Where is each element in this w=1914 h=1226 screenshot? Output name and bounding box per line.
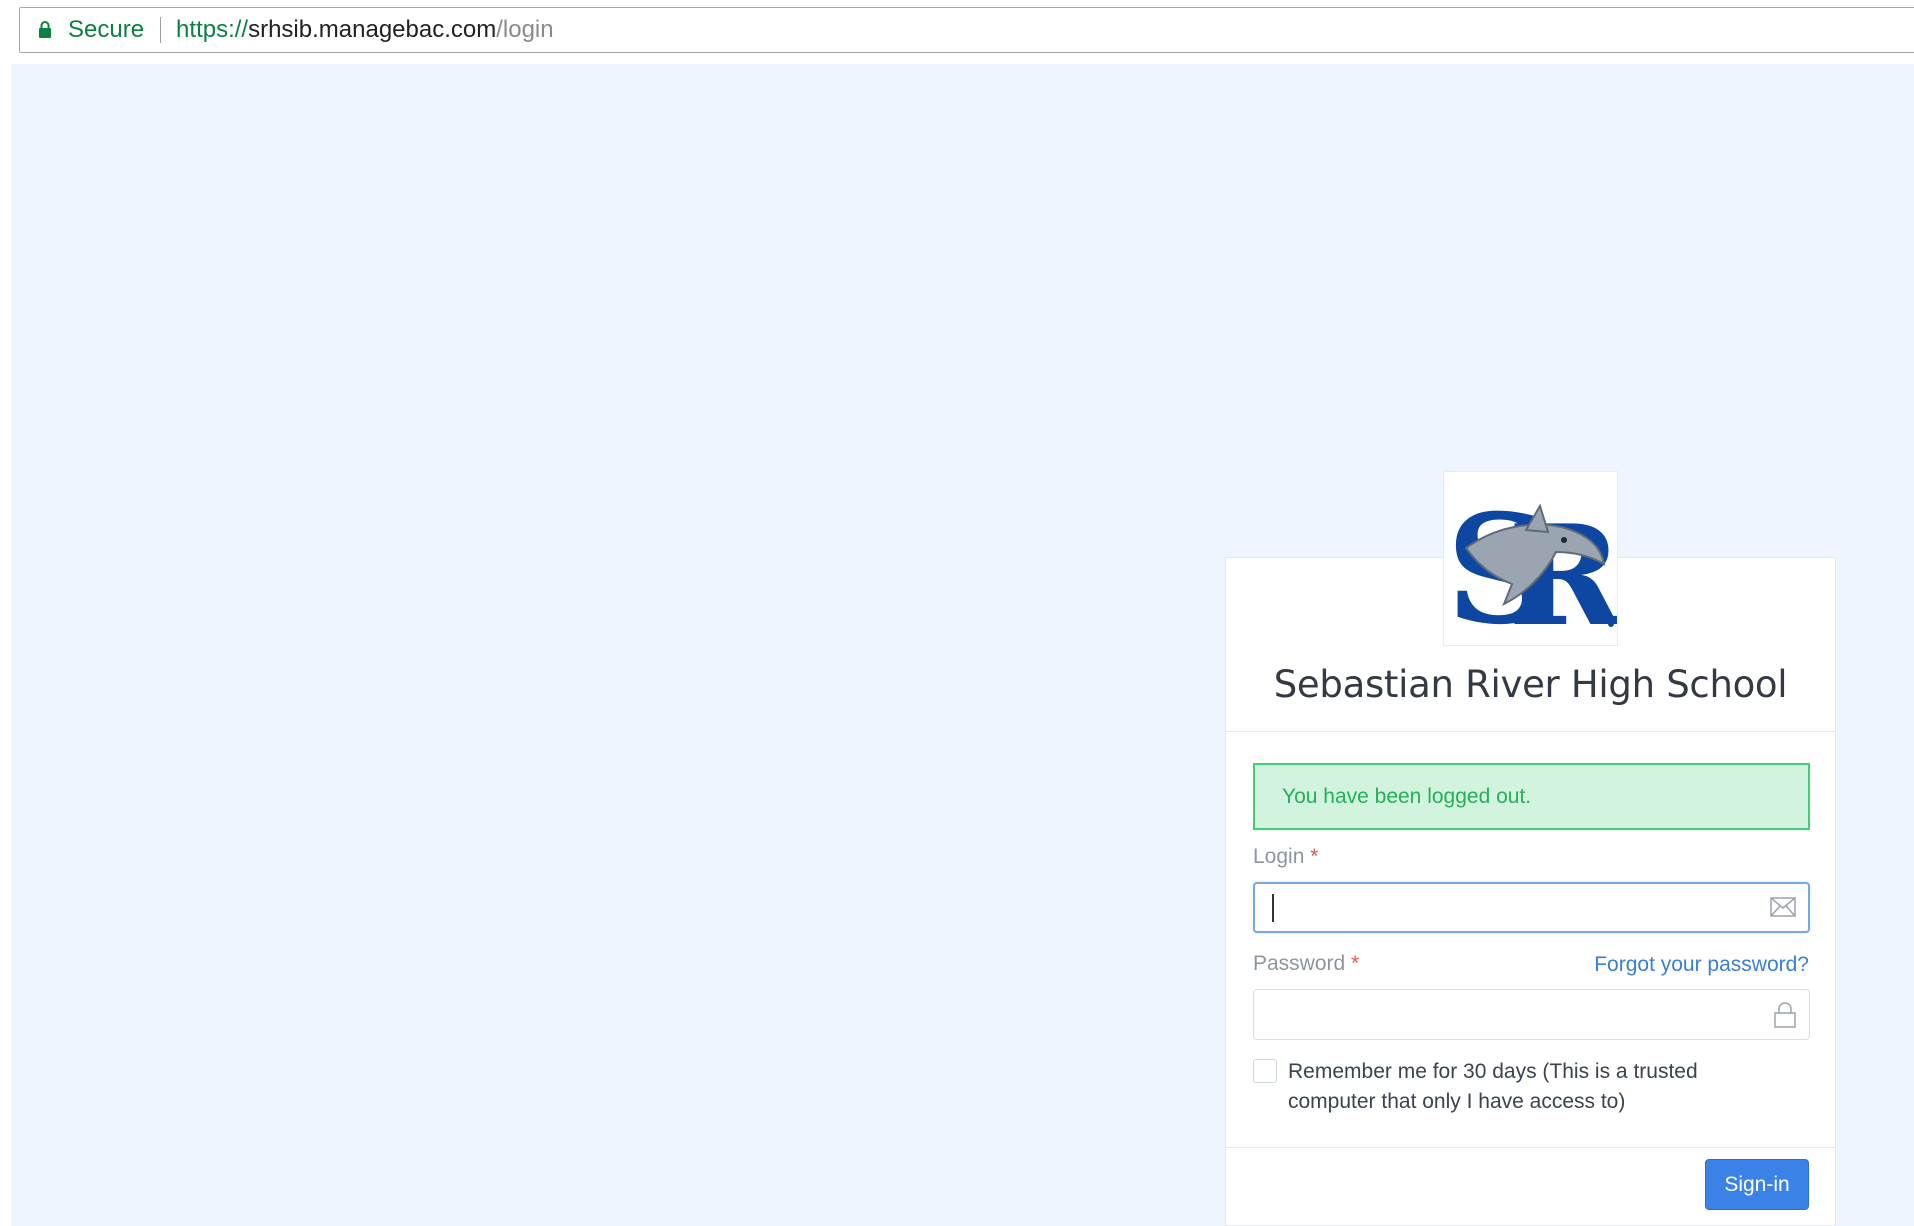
remember-me-checkbox[interactable]: [1253, 1059, 1277, 1083]
url-text[interactable]: https://srhsib.managebac.com/login: [176, 16, 554, 44]
address-separator: [160, 17, 162, 43]
card-header-divider: [1226, 731, 1835, 732]
text-caret: [1272, 894, 1274, 922]
forgot-password-link[interactable]: Forgot your password?: [1594, 953, 1809, 977]
login-card: Sebastian River High School You have bee…: [1225, 557, 1836, 1226]
required-marker: *: [1351, 952, 1360, 975]
remember-me-label[interactable]: Remember me for 30 days (This is a trust…: [1288, 1057, 1768, 1117]
url-path: /login: [496, 16, 554, 43]
school-name: Sebastian River High School: [1273, 663, 1788, 706]
login-label-text: Login: [1253, 845, 1305, 868]
password-field[interactable]: [1253, 989, 1810, 1040]
lock-icon: [38, 21, 52, 39]
school-logo: S R: [1443, 471, 1618, 646]
login-label: Login *: [1253, 845, 1318, 869]
school-logo-sr-shark-icon: S R: [1446, 482, 1617, 645]
sign-in-button[interactable]: Sign-in: [1705, 1159, 1809, 1210]
password-label-text: Password: [1253, 952, 1346, 975]
url-protocol: https://: [176, 16, 249, 43]
address-bar[interactable]: Secure https://srhsib.managebac.com/logi…: [19, 7, 1914, 53]
card-footer-divider: [1226, 1147, 1835, 1148]
envelope-icon: [1770, 896, 1796, 923]
logout-alert: You have been logged out.: [1253, 763, 1810, 830]
password-label: Password *: [1253, 952, 1359, 976]
login-field[interactable]: [1253, 882, 1810, 933]
lock-icon: [1773, 1002, 1797, 1033]
secure-label: Secure: [68, 16, 145, 43]
url-host: srhsib.managebac.com: [248, 16, 497, 43]
required-marker: *: [1310, 845, 1319, 868]
